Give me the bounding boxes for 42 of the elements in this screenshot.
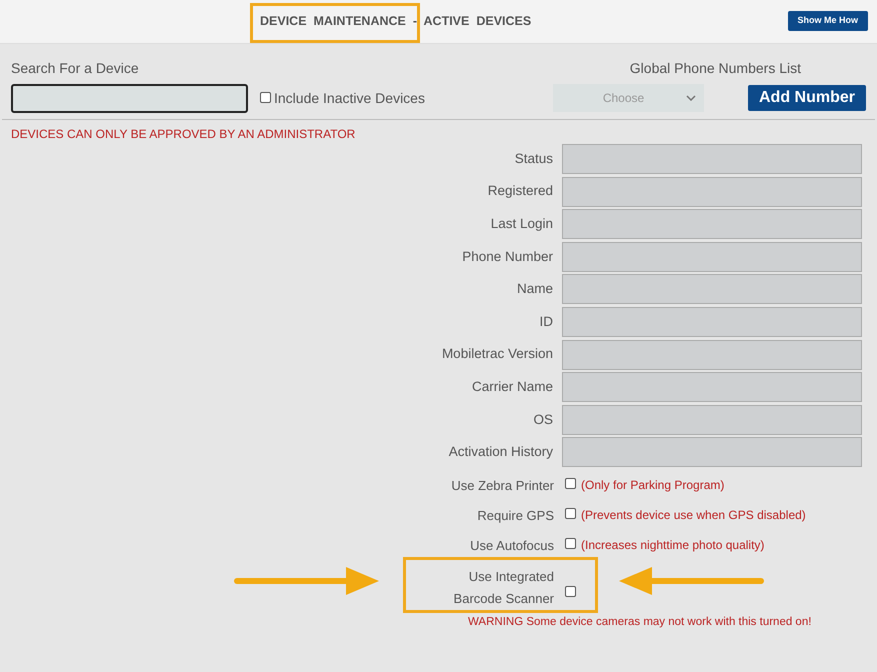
field-input[interactable] [562,144,862,174]
field-label: ID [538,312,554,331]
field-label: Last Login [490,215,554,234]
field-input[interactable] [562,274,862,304]
option-note: (Prevents device use when GPS disabled) [581,507,806,524]
field-input[interactable] [562,209,862,240]
option-label: Require GPS [476,506,554,525]
field-input[interactable] [562,242,862,272]
checkbox[interactable] [565,586,576,598]
checkbox[interactable] [565,508,576,520]
checkbox[interactable] [260,92,271,102]
option-label: Use Zebra Printer [450,476,554,495]
field-input[interactable] [562,176,862,207]
global-phone-label: Global Phone Numbers List [630,59,801,78]
search-label: Search For a Device [11,59,140,78]
show-me-how-button[interactable]: Show Me How [788,11,868,30]
field-label: Name [516,280,554,298]
field-label: Carrier Name [470,378,554,396]
checkbox-label: Include Inactive Devices [274,89,425,108]
checkbox[interactable] [565,538,576,550]
field-input[interactable] [562,404,862,435]
field-label: OS [532,410,554,429]
field-label: Status [514,150,554,168]
field-input[interactable] [562,306,862,337]
option-note: (Only for Parking Program) [581,477,724,494]
chevron-icon [686,95,696,101]
search-field[interactable] [11,84,248,113]
field-label: Activation History [448,443,554,462]
page-title: DEVICE MAINTENANCE - ACTIVE DEVICES [260,13,532,30]
option-note: (Increases nighttime photo quality) [581,537,764,554]
field-label: Phone Number [461,248,554,266]
option-label: Use Integrated Barcode Scanner [452,568,554,608]
field-input[interactable] [562,437,862,468]
checkbox[interactable] [565,478,576,490]
admin-notice: DEVICES CAN ONLY BE APPROVED BY AN ADMINISTRATOR [11,126,356,143]
field-input[interactable] [562,340,862,370]
option-label: Use Autofocus [469,536,554,555]
field-input[interactable] [562,372,862,402]
warning-text: WARNING Some device cameras may not work with this turned on! [468,615,812,630]
field-label: Mobiletrac Version [440,345,554,364]
field-label: Registered [486,182,554,200]
add-number-button[interactable]: Add Number [748,85,866,111]
